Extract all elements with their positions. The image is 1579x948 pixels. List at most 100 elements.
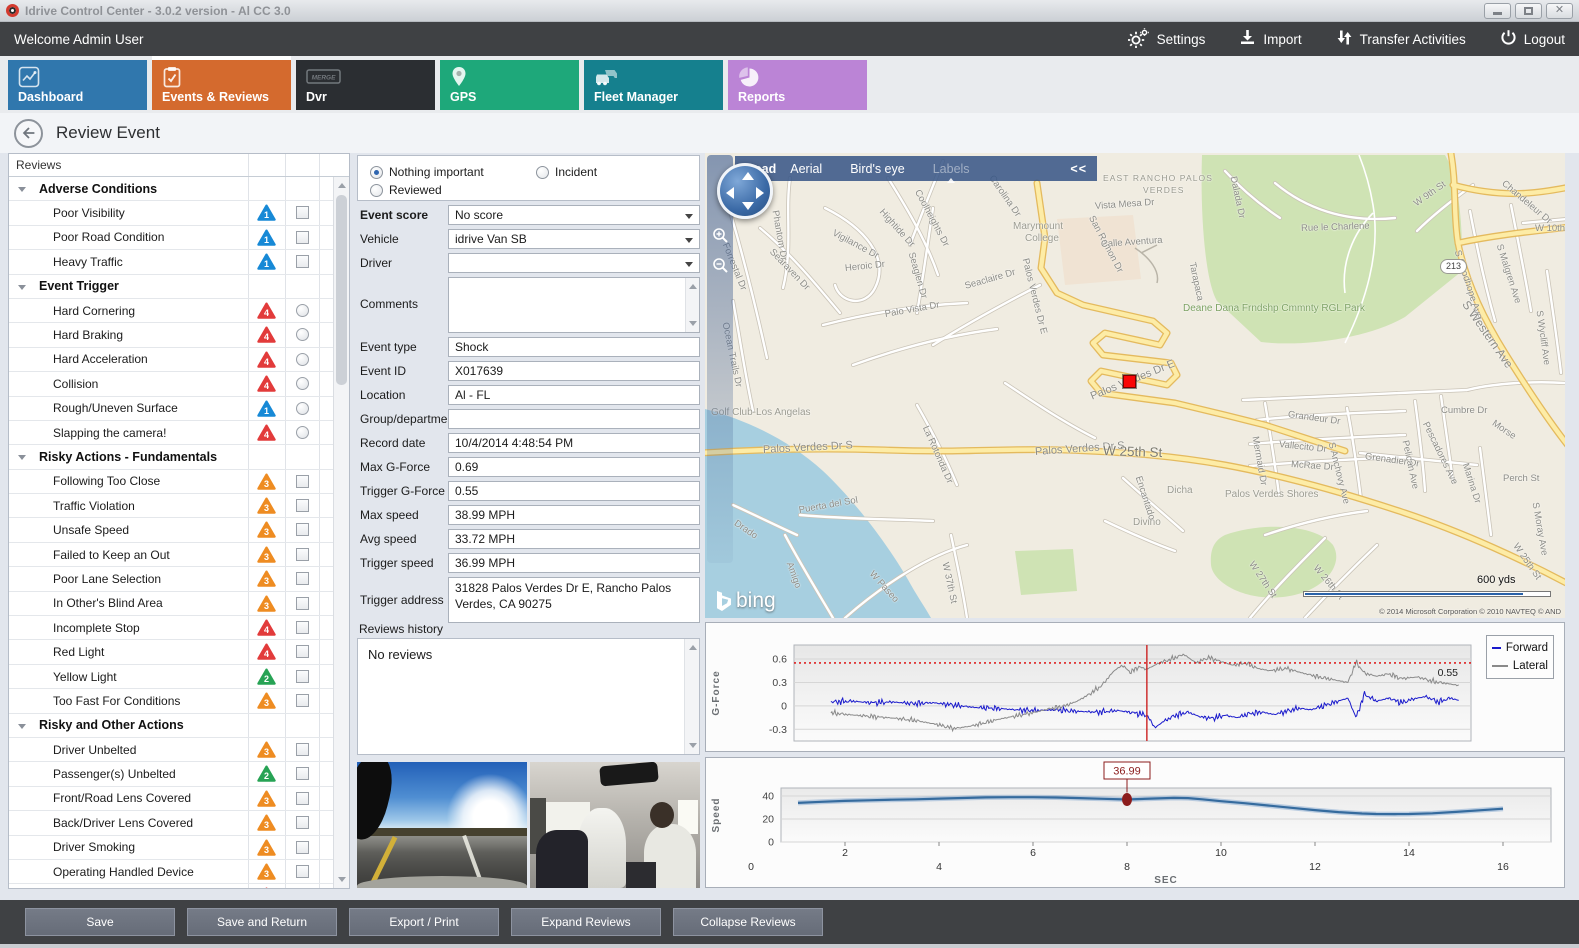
tree-item-row[interactable]: Yellow Light2 — [9, 665, 349, 689]
status-radio-incident[interactable]: Incident — [536, 165, 597, 179]
tree-item-row[interactable]: Unsafe Speed3 — [9, 518, 349, 542]
video-thumbnail-cabin-camera[interactable] — [530, 762, 700, 888]
field-event-id[interactable]: X017639 — [448, 361, 700, 381]
item-checkbox[interactable] — [296, 841, 309, 854]
field-max-speed[interactable]: 38.99 MPH — [448, 505, 700, 525]
tree-item-row[interactable]: Slapping the camera!4 — [9, 421, 349, 445]
item-checkbox[interactable] — [296, 572, 309, 585]
item-checkbox[interactable] — [296, 743, 309, 756]
tree-item-row[interactable]: In Other's Blind Area3 — [9, 592, 349, 616]
item-radio[interactable] — [296, 304, 309, 317]
nav-action-logout[interactable]: Logout — [1500, 29, 1565, 49]
tree-item-row[interactable]: Hard Acceleration4 — [9, 348, 349, 372]
scroll-down-icon[interactable] — [338, 877, 346, 882]
field-record-date[interactable]: 10/4/2014 4:48:54 PM — [448, 433, 700, 453]
item-checkbox[interactable] — [296, 255, 309, 268]
field-trigger-address[interactable]: 31828 Palos Verdes Dr E, Rancho Palos Ve… — [448, 577, 700, 623]
item-checkbox[interactable] — [296, 621, 309, 634]
field-trigger-g-force[interactable]: 0.55 — [448, 481, 700, 501]
bing-map[interactable]: EAST RANCHO PALOSVERDESMarymountCollegeD… — [705, 153, 1565, 618]
collapse-arrow-icon[interactable] — [18, 455, 26, 460]
tab-dashboard[interactable]: Dashboard — [8, 60, 147, 110]
item-radio[interactable] — [296, 328, 309, 341]
back-button[interactable] — [14, 119, 43, 148]
tab-gps[interactable]: GPS — [440, 60, 579, 110]
scroll-up-icon[interactable] — [689, 284, 697, 289]
field-comments[interactable] — [448, 277, 700, 333]
field-event-score[interactable]: No score — [448, 205, 700, 225]
tree-item-row[interactable]: Rough/Uneven Surface1 — [9, 397, 349, 421]
export-print-button[interactable]: Export / Print — [349, 908, 499, 936]
tree-item-row[interactable]: Driver Unbelted3 — [9, 738, 349, 762]
tree-item-row[interactable]: Operating Handled Device3 — [9, 860, 349, 884]
window-close-button[interactable]: ✕ — [1546, 3, 1573, 19]
item-checkbox[interactable] — [296, 548, 309, 561]
item-checkbox[interactable] — [296, 865, 309, 878]
tree-item-row[interactable]: Driver Smoking3 — [9, 836, 349, 860]
field-group-department[interactable] — [448, 409, 700, 429]
map-zoom-strip[interactable] — [707, 155, 733, 563]
tree-group-row[interactable]: Risky Actions - Fundamentals — [9, 445, 349, 469]
item-radio[interactable] — [296, 353, 309, 366]
collapse-arrow-icon[interactable] — [18, 724, 26, 729]
scroll-up-icon[interactable] — [689, 645, 697, 650]
map-view-aerial[interactable]: Aerial — [790, 162, 822, 176]
status-radio-nothing-important[interactable]: Nothing important — [370, 165, 484, 179]
tree-item-row[interactable]: Following Too Close3 — [9, 470, 349, 494]
bing-logo[interactable]: bing — [713, 589, 776, 613]
item-checkbox[interactable] — [296, 597, 309, 610]
pan-left-icon[interactable] — [726, 187, 734, 199]
tree-group-row[interactable]: Event Trigger — [9, 275, 349, 299]
tree-item-row[interactable]: Heavy Traffic1 — [9, 250, 349, 274]
scrollbar-thumb[interactable] — [336, 195, 347, 385]
tree-item-row[interactable]: Incomplete Stop4 — [9, 616, 349, 640]
tree-item-row[interactable]: Failed to Keep an Out3 — [9, 543, 349, 567]
tree-item-row[interactable]: Collision4 — [9, 372, 349, 396]
item-checkbox[interactable] — [296, 523, 309, 536]
tree-item-row[interactable]: Back/Driver Lens Covered3 — [9, 811, 349, 835]
save-button[interactable]: Save — [25, 908, 175, 936]
field-avg-speed[interactable]: 33.72 MPH — [448, 529, 700, 549]
nav-action-import[interactable]: Import — [1239, 29, 1301, 49]
zoom-in-icon[interactable] — [712, 227, 729, 244]
field-trigger-speed[interactable]: 36.99 MPH — [448, 553, 700, 573]
tree-item-row[interactable]: Passenger/Abusive Environment4 — [9, 884, 349, 888]
video-thumbnail-road-camera[interactable] — [357, 762, 527, 888]
scroll-down-icon[interactable] — [689, 321, 697, 326]
tree-item-row[interactable]: Red Light4 — [9, 640, 349, 664]
tree-item-row[interactable]: Traffic Violation3 — [9, 494, 349, 518]
map-view-bird-s-eye[interactable]: Bird's eye — [850, 162, 905, 176]
map-view-labels[interactable]: Labels — [933, 162, 970, 176]
item-checkbox[interactable] — [296, 816, 309, 829]
item-checkbox[interactable] — [296, 694, 309, 707]
field-max-g-force[interactable]: 0.69 — [448, 457, 700, 477]
pan-up-icon[interactable] — [742, 172, 754, 180]
map-pan-control[interactable] — [717, 163, 773, 219]
event-location-marker[interactable] — [1123, 375, 1136, 388]
tree-item-row[interactable]: Passenger(s) Unbelted2 — [9, 762, 349, 786]
map-collapse-button[interactable]: << — [1070, 162, 1087, 176]
window-maximize-button[interactable] — [1515, 3, 1542, 19]
collapse-reviews-button[interactable]: Collapse Reviews — [673, 908, 823, 936]
field-vehicle[interactable]: idrive Van SB — [448, 229, 700, 249]
tree-group-row[interactable]: Risky and Other Actions — [9, 714, 349, 738]
item-checkbox[interactable] — [296, 231, 309, 244]
tab-dvr[interactable]: MERGEDvr — [296, 60, 435, 110]
item-radio[interactable] — [296, 377, 309, 390]
tree-item-row[interactable]: Poor Visibility1 — [9, 201, 349, 225]
radio-icon[interactable] — [536, 166, 549, 179]
textarea-scrollbar[interactable] — [685, 278, 699, 332]
scroll-down-icon[interactable] — [689, 743, 697, 748]
expand-reviews-button[interactable]: Expand Reviews — [511, 908, 661, 936]
tree-item-row[interactable]: Front/Road Lens Covered3 — [9, 787, 349, 811]
tree-item-row[interactable]: Too Fast For Conditions3 — [9, 689, 349, 713]
item-checkbox[interactable] — [296, 206, 309, 219]
tree-item-row[interactable]: Hard Braking4 — [9, 323, 349, 347]
tree-group-row[interactable]: Adverse Conditions — [9, 177, 349, 201]
field-event-type[interactable]: Shock — [448, 337, 700, 357]
scroll-up-icon[interactable] — [338, 183, 346, 188]
radio-icon[interactable] — [370, 184, 383, 197]
item-checkbox[interactable] — [296, 670, 309, 683]
item-checkbox[interactable] — [296, 475, 309, 488]
reviews-tree-scrollbar[interactable] — [333, 177, 349, 888]
